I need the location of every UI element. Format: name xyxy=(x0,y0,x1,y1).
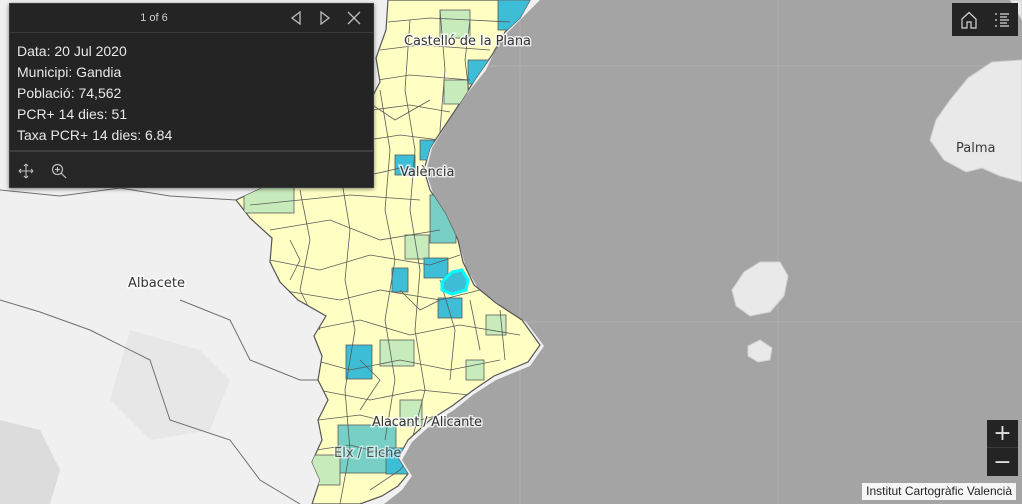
close-popup-button[interactable] xyxy=(345,9,363,27)
label-palma: Palma xyxy=(956,141,995,156)
zoom-in-button[interactable]: + xyxy=(987,420,1018,448)
list-icon xyxy=(994,12,1009,27)
field-date: Data: 20 Jul 2020 xyxy=(17,43,127,59)
label-alacant: Alacant / Alicante xyxy=(372,415,482,430)
popup-header: 1 of 6 xyxy=(10,4,373,33)
zoom-to-button[interactable] xyxy=(49,161,69,181)
label-elx: Elx / Elche xyxy=(334,446,401,461)
home-button[interactable] xyxy=(952,3,985,36)
field-municipality: Municipi: Gandia xyxy=(17,64,122,80)
popup-actions xyxy=(10,150,373,187)
popup-content: Data: 20 Jul 2020 Municipi: Gandia Pobla… xyxy=(10,33,373,146)
label-valencia: València xyxy=(400,165,454,180)
triangle-right-icon xyxy=(320,11,331,25)
legend-button[interactable] xyxy=(985,3,1018,36)
feature-popup: 1 of 6 Data: 20 Jul 2020 Municipi: Gandi… xyxy=(9,3,374,188)
zoom-in-icon xyxy=(51,163,67,179)
popup-page-count: 1 of 6 xyxy=(140,12,168,24)
field-population: Població: 74,562 xyxy=(17,85,122,101)
zoom-out-button[interactable]: − xyxy=(987,448,1018,476)
pan-to-button[interactable] xyxy=(16,161,36,181)
home-icon xyxy=(960,11,977,29)
previous-feature-button[interactable] xyxy=(287,9,305,27)
move-arrows-icon xyxy=(18,163,34,179)
field-pcr-14-days: PCR+ 14 dies: 51 xyxy=(17,106,128,122)
label-castello: Castelló de la Plana xyxy=(404,34,531,49)
close-icon xyxy=(347,11,361,25)
field-pcr-rate-14-days: Taxa PCR+ 14 dies: 6.84 xyxy=(17,127,173,143)
triangle-left-icon xyxy=(290,11,301,25)
next-feature-button[interactable] xyxy=(316,9,334,27)
map-tools xyxy=(952,3,1018,36)
attribution[interactable]: Institut Cartogràfic Valencià xyxy=(862,483,1016,500)
zoom-control: + − xyxy=(987,420,1018,476)
label-albacete: Albacete xyxy=(128,276,185,291)
